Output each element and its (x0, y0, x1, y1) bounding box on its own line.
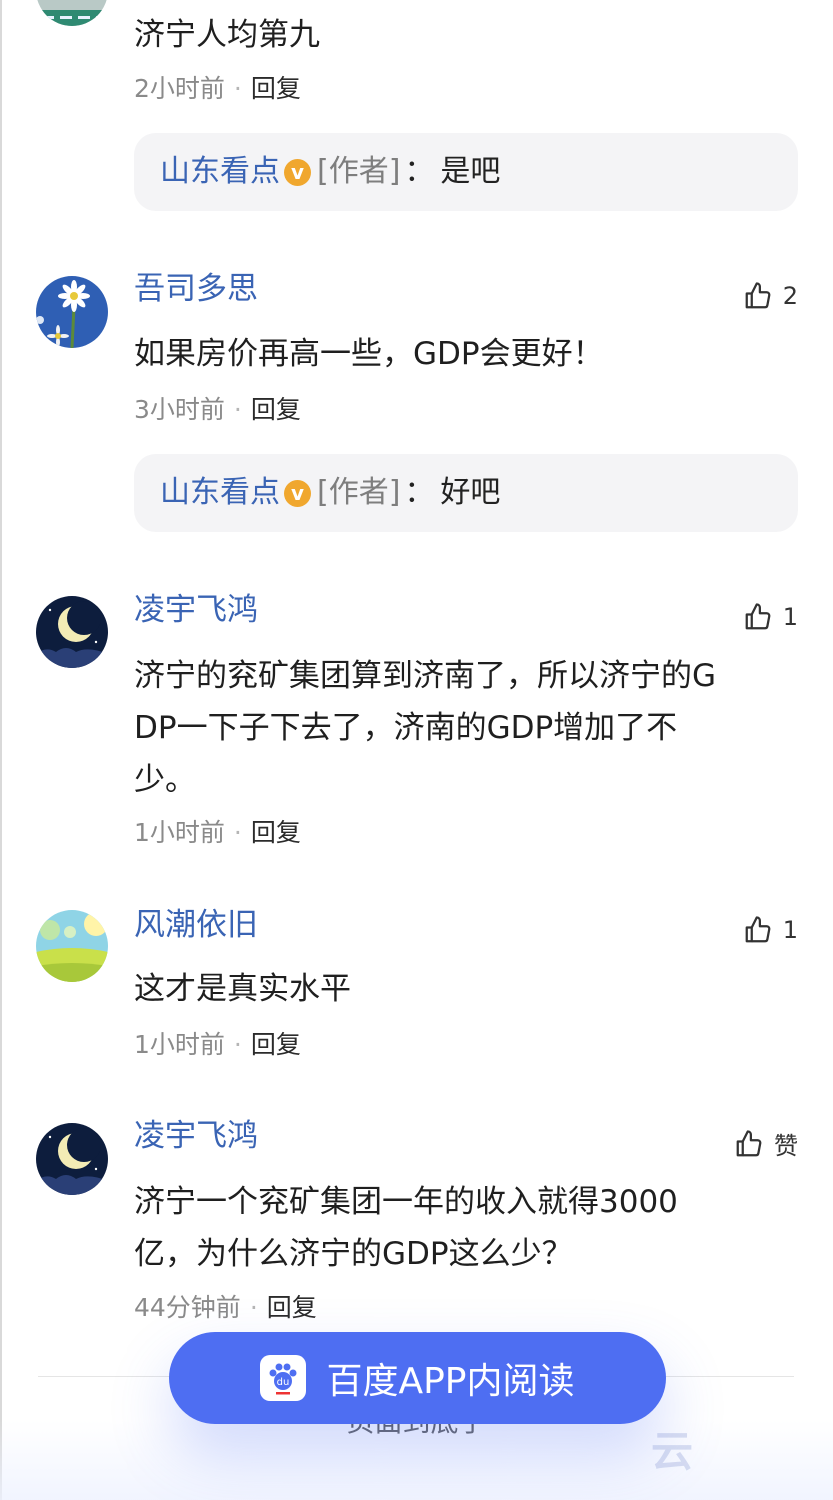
comment-username[interactable]: 凌宇飞鸿 (134, 1116, 258, 1156)
comment-line: 少。 (134, 762, 196, 798)
comment-line: DP一下子下去了，济南的GDP增加了不 (134, 710, 678, 746)
reply-button[interactable]: 回复 (251, 74, 301, 103)
read-in-app-button[interactable]: du 百度APP内阅读 (169, 1332, 666, 1424)
comment-text: 济宁的兖矿集团算到济南了，所以济宁的G DP一下子下去了，济南的GDP增加了不 … (134, 650, 716, 806)
like-count: 2 (782, 282, 798, 310)
separator-dot: · (233, 395, 242, 424)
comment-meta: 1小时前 · 回复 (134, 815, 301, 851)
avatar[interactable] (36, 1123, 108, 1195)
avatar[interactable] (36, 596, 108, 668)
like-button[interactable]: 1 (743, 602, 798, 632)
bottom-fade (0, 1420, 833, 1500)
like-count: 1 (782, 603, 798, 631)
comment-meta: 44分钟前 · 回复 (134, 1290, 317, 1326)
like-button[interactable]: 1 (743, 915, 798, 945)
comment-meta: 1小时前 · 回复 (134, 1027, 301, 1063)
author-reply-text: 是吧 (440, 154, 501, 189)
reply-button[interactable]: 回复 (251, 1030, 301, 1059)
author-reply-name[interactable]: 山东看点 (160, 133, 280, 211)
left-edge (0, 0, 2, 1500)
separator-dot: · (233, 818, 242, 847)
comment-line: 亿，为什么济宁的GDP这么少？ (134, 1236, 573, 1272)
read-in-app-label: 百度APP内阅读 (326, 1361, 575, 1402)
comment-time: 1小时前 (134, 1030, 225, 1059)
like-label: 赞 (774, 1132, 798, 1160)
comment-meta: 3小时前 · 回复 (134, 392, 301, 428)
baidu-logo-icon: du (260, 1355, 307, 1401)
thumbs-up-icon (745, 916, 771, 943)
thumbs-up-icon (745, 282, 771, 309)
author-reply[interactable]: 山东看点 v [作者] ： 好吧 (134, 454, 798, 532)
comment-line: 济宁的兖矿集团算到济南了，所以济宁的G (134, 658, 717, 694)
verified-badge-icon: v (284, 158, 311, 186)
comment-username[interactable]: 吾司多思 (134, 269, 258, 309)
author-reply[interactable]: 山东看点 v [作者] ： 是吧 (134, 133, 798, 211)
thumbs-up-icon (736, 1129, 762, 1156)
avatar[interactable] (36, 0, 108, 26)
separator-dot: · (249, 1293, 258, 1322)
author-reply-colon: ： (404, 154, 435, 189)
comment-time: 44分钟前 (134, 1293, 241, 1322)
comment-time: 2小时前 (134, 74, 225, 103)
comment-line: 济宁一个兖矿集团一年的收入就得3000 (134, 1184, 678, 1220)
thumbs-up-icon (745, 603, 771, 630)
author-reply-name[interactable]: 山东看点 (160, 454, 280, 532)
comment-username[interactable]: 凌宇飞鸿 (134, 590, 258, 630)
avatar[interactable] (36, 276, 108, 348)
comment-text: 如果房价再高一些，GDP会更好！ (134, 328, 604, 380)
author-tag: [作者] (317, 475, 401, 510)
comment-username[interactable]: 风潮依旧 (134, 905, 258, 945)
like-button[interactable]: 赞 (734, 1126, 798, 1161)
avatar[interactable] (36, 910, 108, 982)
reply-button[interactable]: 回复 (267, 1293, 317, 1322)
comment-text: 济宁人均第九 (134, 17, 320, 53)
comment-time: 3小时前 (134, 395, 225, 424)
comment-line: 如果房价再高一些，GDP会更好！ (134, 336, 604, 372)
comment-text: 这才是真实水平 (134, 963, 351, 1015)
logo-text: du (277, 1377, 290, 1388)
author-reply-text: 好吧 (440, 475, 501, 510)
like-count: 1 (782, 916, 798, 944)
author-tag: [作者] (317, 154, 401, 189)
reply-button[interactable]: 回复 (251, 395, 301, 424)
comment-time: 1小时前 (134, 818, 225, 847)
comment-text: 济宁一个兖矿集团一年的收入就得3000 亿，为什么济宁的GDP这么少？ (134, 1176, 678, 1280)
like-button[interactable]: 2 (743, 281, 798, 311)
separator-dot: · (233, 1030, 242, 1059)
separator-dot: · (233, 74, 242, 103)
reply-button[interactable]: 回复 (251, 818, 301, 847)
watermark: 云 (650, 1427, 693, 1476)
verified-badge-icon: v (284, 479, 311, 507)
comment-meta: 2小时前 · 回复 (134, 71, 301, 107)
author-reply-colon: ： (404, 475, 435, 510)
comment-line: 这才是真实水平 (134, 971, 351, 1007)
